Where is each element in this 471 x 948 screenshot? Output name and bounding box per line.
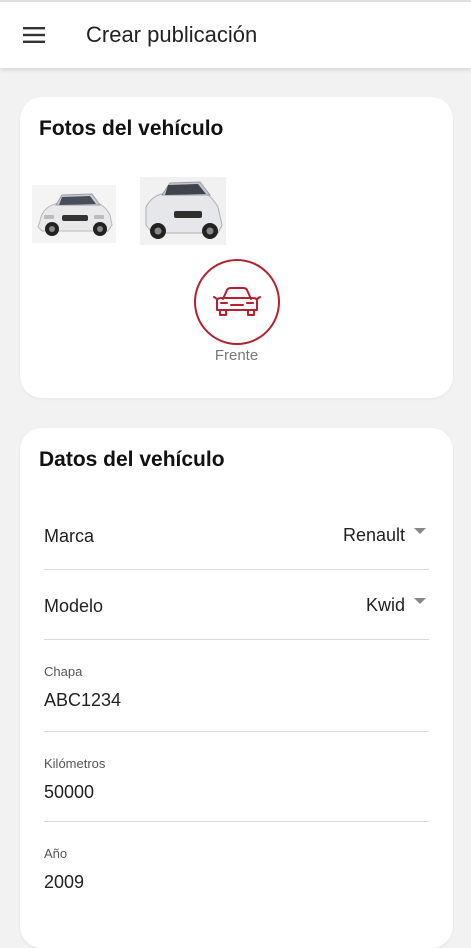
mileage-field[interactable]: Kilómetros 50000 (44, 732, 429, 822)
data-card-title: Datos del vehículo (39, 448, 225, 471)
model-label: Modelo (44, 596, 104, 616)
brand-select[interactable]: Marca Renault (44, 500, 429, 570)
dropdown-arrow-icon (414, 528, 426, 534)
vehicle-data-card: Datos del vehículo Marca Renault Modelo … (20, 428, 453, 948)
year-input[interactable]: 2009 (44, 872, 84, 893)
car-front-icon (213, 287, 261, 316)
plate-input[interactable]: ABC1234 (44, 690, 121, 711)
brand-value: Renault (342, 525, 405, 545)
mileage-label: Kilómetros (44, 756, 106, 771)
car-front-photo[interactable] (32, 185, 116, 243)
model-value: Kwid (365, 595, 405, 615)
vehicle-photos-card: Fotos del vehículo Frente (20, 97, 453, 398)
model-select[interactable]: Modelo Kwid (44, 570, 429, 640)
plate-label: Chapa (44, 664, 83, 679)
year-field[interactable]: Año 2009 (44, 822, 429, 912)
app-bar: Crear publicación (0, 0, 471, 68)
car-three-quarter-photo[interactable] (140, 177, 226, 245)
year-label: Año (44, 846, 68, 861)
add-front-photo-button[interactable] (194, 259, 280, 345)
hamburger-menu-icon[interactable] (22, 23, 46, 47)
photos-card-title: Fotos del vehículo (39, 117, 224, 140)
add-photo-label: Frente (214, 347, 259, 364)
brand-label: Marca (44, 526, 95, 546)
dropdown-arrow-icon (414, 598, 426, 604)
page-title: Crear publicación (86, 22, 258, 47)
mileage-input[interactable]: 50000 (44, 782, 94, 803)
plate-field[interactable]: Chapa ABC1234 (44, 640, 429, 732)
